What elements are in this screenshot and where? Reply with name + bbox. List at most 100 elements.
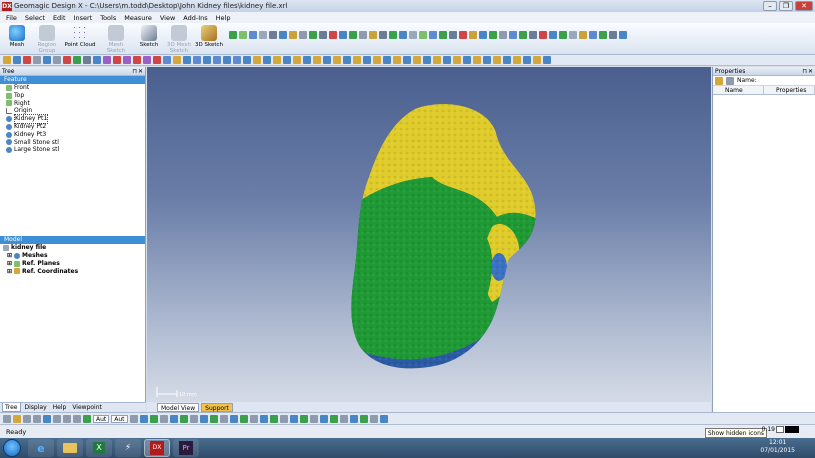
tool-icon[interactable]: [499, 31, 507, 39]
tool-icon[interactable]: [409, 31, 417, 39]
toolbar-icon[interactable]: [229, 414, 238, 423]
toolbar-icon[interactable]: [129, 414, 138, 423]
tool-icon[interactable]: [569, 31, 577, 39]
toolbar-icon[interactable]: [233, 56, 241, 64]
column-name[interactable]: Name: [713, 86, 764, 94]
tab-model-view[interactable]: Model View: [157, 402, 200, 412]
toolbar-icon[interactable]: [483, 56, 491, 64]
tool-icon[interactable]: [469, 31, 477, 39]
close-icon[interactable]: ✕: [138, 67, 143, 76]
menu-add-ins[interactable]: Add-Ins: [183, 14, 207, 22]
tool-icon[interactable]: [509, 31, 517, 39]
toolbar-icon[interactable]: [203, 56, 211, 64]
tool-icon[interactable]: [519, 31, 527, 39]
toolbar-icon[interactable]: [139, 414, 148, 423]
toolbar-icon[interactable]: [13, 56, 21, 64]
menu-file[interactable]: File: [6, 14, 17, 22]
model-item-meshes[interactable]: ⊞ Meshes: [3, 252, 145, 260]
toolbar-icon[interactable]: [183, 56, 191, 64]
tool-icon[interactable]: [429, 31, 437, 39]
filter-combo-2[interactable]: Aut: [111, 414, 128, 423]
start-button[interactable]: [3, 439, 21, 457]
tool-icon[interactable]: [479, 31, 487, 39]
tree-item-kidney-pt1[interactable]: Kidney Pt1: [6, 114, 145, 124]
toolbar-icon[interactable]: [319, 414, 328, 423]
toolbar-icon[interactable]: [313, 56, 321, 64]
mesh-sketch-button[interactable]: Mesh Sketch: [99, 23, 133, 54]
tree-item-front[interactable]: Front: [6, 84, 145, 92]
toolbar-icon[interactable]: [113, 56, 121, 64]
tab-viewpoint[interactable]: Viewpoint: [70, 403, 104, 412]
toolbar-icon[interactable]: [463, 56, 471, 64]
menu-help[interactable]: Help: [216, 14, 231, 22]
tool-icon[interactable]: [589, 31, 597, 39]
toolbar-icon[interactable]: [329, 414, 338, 423]
close-button[interactable]: ✕: [795, 1, 813, 11]
minimize-button[interactable]: –: [763, 1, 777, 11]
design-x-icon[interactable]: DX: [144, 439, 170, 457]
toolbar-icon[interactable]: [33, 56, 41, 64]
color-swatch-black[interactable]: [785, 426, 799, 433]
model-section-header[interactable]: Model: [0, 236, 145, 245]
tool-icon[interactable]: [599, 31, 607, 39]
toolbar-icon[interactable]: [373, 56, 381, 64]
tool-icon[interactable]: [419, 31, 427, 39]
point-cloud-button[interactable]: Point Cloud: [63, 23, 97, 48]
tool-icon[interactable]: [239, 31, 247, 39]
tool-icon[interactable]: [379, 31, 387, 39]
toolbar-icon[interactable]: [213, 56, 221, 64]
tool-icon[interactable]: [309, 31, 317, 39]
toolbar-icon[interactable]: [443, 56, 451, 64]
color-swatch[interactable]: [776, 426, 784, 433]
toolbar-icon[interactable]: [169, 414, 178, 423]
toolbar-icon[interactable]: [343, 56, 351, 64]
tool-icon[interactable]: [289, 31, 297, 39]
tool-icon[interactable]: [279, 31, 287, 39]
toolbar-icon[interactable]: [63, 414, 71, 423]
menu-insert[interactable]: Insert: [74, 14, 93, 22]
excel-icon[interactable]: X: [86, 439, 112, 457]
toolbar-icon[interactable]: [369, 414, 378, 423]
toolbar-icon[interactable]: [473, 56, 481, 64]
toolbar-icon[interactable]: [33, 414, 41, 423]
tree-item-kidney-pt3[interactable]: Kidney Pt3: [6, 131, 145, 139]
menu-tools[interactable]: Tools: [100, 14, 116, 22]
3d-mesh-sketch-button[interactable]: 3D Mesh Sketch: [165, 23, 193, 54]
tab-support[interactable]: Support: [201, 402, 233, 412]
toolbar-icon[interactable]: [123, 56, 131, 64]
tool-icon[interactable]: [619, 31, 627, 39]
toolbar-icon[interactable]: [333, 56, 341, 64]
model-item-ref-coordinates[interactable]: ⊞ Ref. Coordinates: [3, 268, 145, 276]
toolbar-icon[interactable]: [283, 56, 291, 64]
sketch-button[interactable]: Sketch: [135, 23, 163, 48]
toolbar-icon[interactable]: [199, 414, 208, 423]
toolbar-icon[interactable]: [83, 56, 91, 64]
tool-icon[interactable]: [579, 31, 587, 39]
toolbar-icon[interactable]: [179, 414, 188, 423]
toolbar-icon[interactable]: [63, 56, 71, 64]
tool-icon[interactable]: [359, 31, 367, 39]
toolbar-icon[interactable]: [189, 414, 198, 423]
list-icon[interactable]: [726, 76, 734, 85]
tool-icon[interactable]: [299, 31, 307, 39]
toolbar-icon[interactable]: [153, 56, 161, 64]
close-icon[interactable]: ✕: [808, 67, 813, 76]
toolbar-icon[interactable]: [83, 414, 91, 423]
sort-icon[interactable]: [715, 76, 723, 85]
toolbar-icon[interactable]: [349, 414, 358, 423]
menu-select[interactable]: Select: [25, 14, 45, 22]
premiere-icon[interactable]: Pr: [173, 439, 199, 457]
toolbar-icon[interactable]: [253, 56, 261, 64]
toolbar-icon[interactable]: [93, 56, 101, 64]
toolbar-icon[interactable]: [43, 414, 51, 423]
toolbar-icon[interactable]: [269, 414, 278, 423]
toolbar-icon[interactable]: [209, 414, 218, 423]
tool-icon[interactable]: [319, 31, 327, 39]
model-root[interactable]: kidney file: [3, 244, 145, 252]
restore-button[interactable]: ❐: [779, 1, 793, 11]
toolbar-icon[interactable]: [523, 56, 531, 64]
toolbar-icon[interactable]: [223, 56, 231, 64]
tool-icon[interactable]: [269, 31, 277, 39]
toolbar-icon[interactable]: [433, 56, 441, 64]
toolbar-icon[interactable]: [173, 56, 181, 64]
